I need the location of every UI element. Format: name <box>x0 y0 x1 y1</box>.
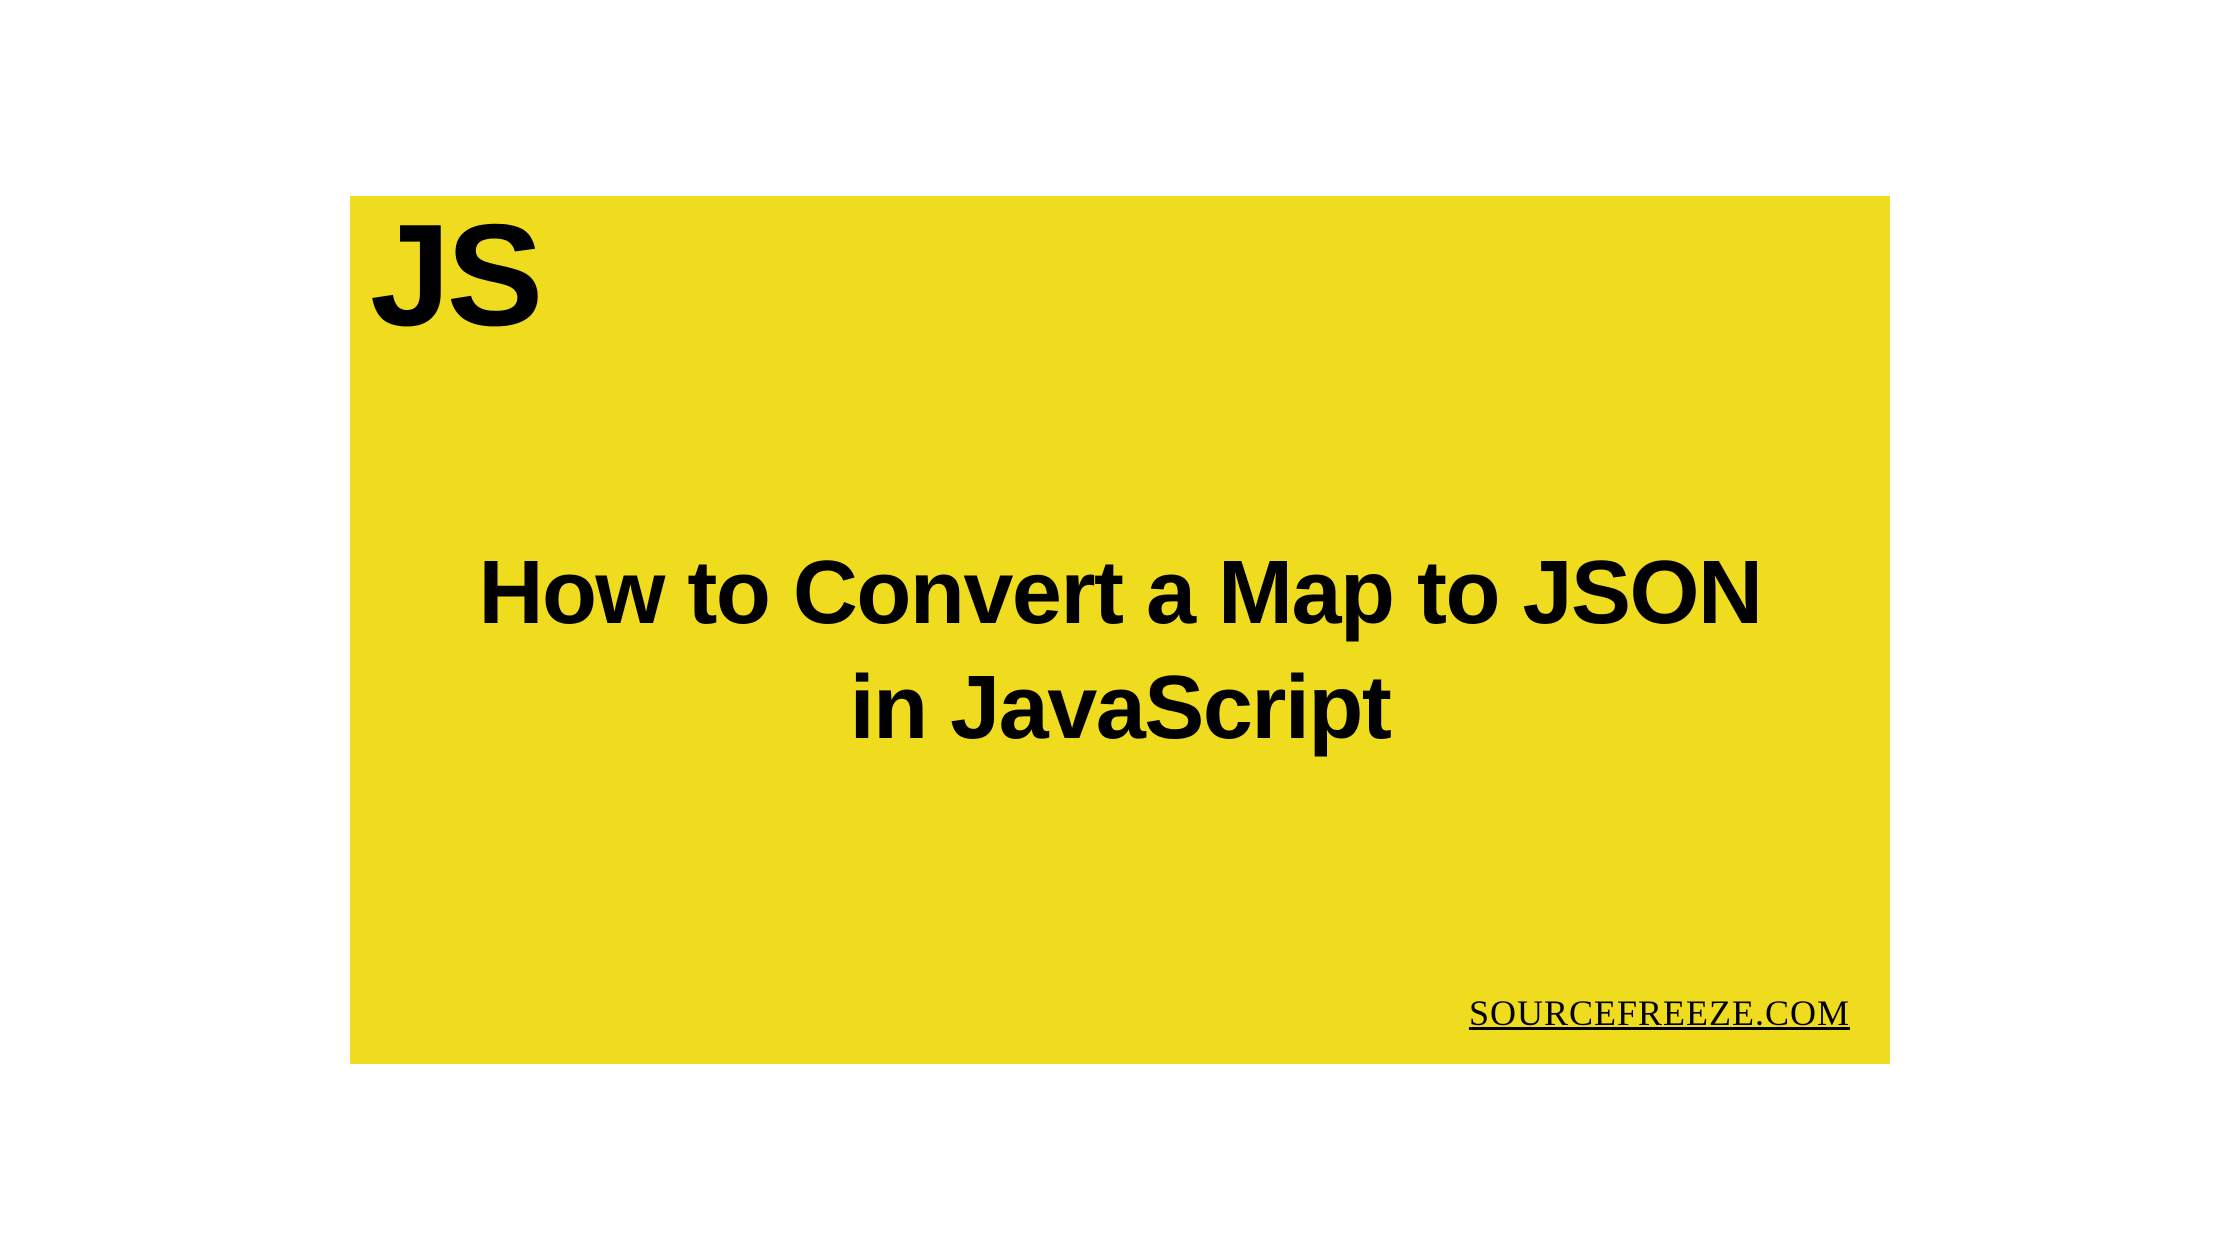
banner-title: How to Convert a Map to JSON in JavaScri… <box>350 536 1890 766</box>
source-link[interactable]: SOURCEFREEZE.COM <box>1469 992 1850 1034</box>
js-logo: JS <box>370 192 539 359</box>
banner-card: JS How to Convert a Map to JSON in JavaS… <box>350 196 1890 1064</box>
